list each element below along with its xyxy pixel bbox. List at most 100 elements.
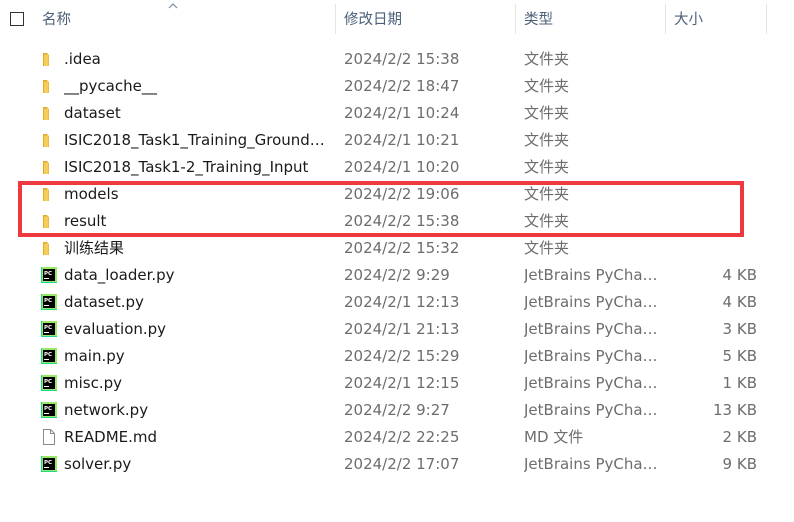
file-date: 2024/2/1 21:13 (344, 320, 460, 338)
column-divider[interactable] (665, 4, 666, 34)
svg-text:PC: PC (44, 271, 52, 277)
file-type: 文件夹 (524, 104, 570, 122)
file-name: misc.py (64, 374, 123, 392)
file-name: 训练结果 (64, 239, 125, 257)
file-row[interactable]: PC main.py 2024/2/2 15:29 JetBrains PyChar… (0, 343, 794, 370)
file-type: JetBrains PyChar... (524, 293, 658, 311)
file-date: 2024/2/2 9:29 (344, 266, 450, 284)
file-type: JetBrains PyChar... (524, 320, 658, 338)
file-name: dataset.py (64, 293, 144, 311)
file-date: 2024/2/2 15:32 (344, 239, 460, 257)
folder-icon (40, 77, 58, 95)
file-type: JetBrains PyChar... (524, 455, 658, 473)
folder-icon (40, 50, 58, 68)
file-type: 文件夹 (524, 50, 570, 68)
file-row[interactable]: README.md 2024/2/2 22:25 MD 文件 2 KB (0, 424, 794, 451)
file-date: 2024/2/2 15:29 (344, 347, 460, 365)
column-divider[interactable] (335, 4, 336, 34)
pycharm-file-icon: PC (40, 347, 58, 365)
column-header-name-label: 名称 (42, 12, 71, 28)
file-size: 5 KB (722, 347, 757, 365)
pycharm-file-icon: PC (40, 401, 58, 419)
file-date: 2024/2/1 10:20 (344, 158, 460, 176)
file-date: 2024/2/2 22:25 (344, 428, 460, 446)
file-name: network.py (64, 401, 149, 419)
file-row[interactable]: ISIC2018_Task1_Training_GroundT... 2024/2… (0, 127, 794, 154)
file-type: MD 文件 (524, 428, 584, 446)
folder-icon (40, 131, 58, 149)
document-file-icon (40, 428, 58, 446)
folder-icon (40, 158, 58, 176)
file-type: 文件夹 (524, 158, 570, 176)
file-name: evaluation.py (64, 320, 167, 338)
file-row[interactable]: PC evaluation.py 2024/2/1 21:13 JetBrains … (0, 316, 794, 343)
file-row[interactable]: .idea 2024/2/2 15:38 文件夹 (0, 46, 794, 73)
folder-icon (40, 104, 58, 122)
folder-icon (40, 239, 58, 257)
column-header-name[interactable]: 名称 (42, 0, 71, 38)
file-type: 文件夹 (524, 77, 570, 95)
file-name: dataset (64, 104, 121, 122)
file-date: 2024/2/1 12:13 (344, 293, 460, 311)
file-name: __pycache__ (64, 77, 157, 95)
column-header-date-label: 修改日期 (344, 12, 402, 28)
file-size: 13 KB (713, 401, 757, 419)
file-type: JetBrains PyChar... (524, 266, 658, 284)
file-row[interactable]: ISIC2018_Task1-2_Training_Input 2024/2/1 … (0, 154, 794, 181)
sort-ascending-icon (168, 3, 178, 9)
pycharm-file-icon: PC (40, 293, 58, 311)
file-date: 2024/2/1 10:24 (344, 104, 460, 122)
column-header-type[interactable]: 类型 (524, 0, 553, 38)
file-name: main.py (64, 347, 125, 365)
file-type: JetBrains PyChar... (524, 401, 658, 419)
pycharm-file-icon: PC (40, 266, 58, 284)
file-size: 1 KB (722, 374, 757, 392)
pycharm-file-icon: PC (40, 455, 58, 473)
file-date: 2024/2/2 9:27 (344, 401, 450, 419)
column-header-size[interactable]: 大小 (674, 0, 703, 38)
file-date: 2024/2/1 12:15 (344, 374, 460, 392)
file-type: JetBrains PyChar... (524, 374, 658, 392)
file-row[interactable]: __pycache__ 2024/2/2 18:47 文件夹 (0, 73, 794, 100)
column-header-date[interactable]: 修改日期 (344, 0, 402, 38)
svg-text:PC: PC (44, 298, 52, 304)
svg-text:PC: PC (44, 406, 52, 412)
file-name: data_loader.py (64, 266, 175, 284)
file-name: .idea (64, 50, 101, 68)
file-size: 4 KB (722, 293, 757, 311)
file-row[interactable]: PC dataset.py 2024/2/1 12:13 JetBrains PyC… (0, 289, 794, 316)
pycharm-file-icon: PC (40, 320, 58, 338)
column-divider[interactable] (766, 4, 767, 34)
file-type: JetBrains PyChar... (524, 347, 658, 365)
file-date: 2024/2/2 17:07 (344, 455, 460, 473)
file-name: ISIC2018_Task1_Training_GroundT... (64, 131, 330, 149)
svg-text:PC: PC (44, 352, 52, 358)
file-type: 文件夹 (524, 131, 570, 149)
file-size: 2 KB (722, 428, 757, 446)
file-name: README.md (64, 428, 158, 446)
file-row[interactable]: PC network.py 2024/2/2 9:27 JetBrains PyCh… (0, 397, 794, 424)
file-row[interactable]: 训练结果 2024/2/2 15:32 文件夹 (0, 235, 794, 262)
file-size: 3 KB (722, 320, 757, 338)
highlight-annotation-box (18, 181, 744, 237)
select-all-checkbox[interactable] (10, 12, 24, 26)
svg-text:PC: PC (44, 325, 52, 331)
column-header-size-label: 大小 (674, 12, 703, 28)
file-date: 2024/2/2 15:38 (344, 50, 460, 68)
column-header-type-label: 类型 (524, 12, 553, 28)
file-row[interactable]: PC misc.py 2024/2/1 12:15 JetBrains PyChar… (0, 370, 794, 397)
file-name: solver.py (64, 455, 132, 473)
file-row[interactable]: PC data_loader.py 2024/2/2 9:29 JetBrains … (0, 262, 794, 289)
column-divider[interactable] (515, 4, 516, 34)
file-size: 9 KB (722, 455, 757, 473)
svg-text:PC: PC (44, 379, 52, 385)
file-type: 文件夹 (524, 239, 570, 257)
file-row[interactable]: dataset 2024/2/1 10:24 文件夹 (0, 100, 794, 127)
svg-text:PC: PC (44, 460, 52, 466)
file-row[interactable]: PC solver.py 2024/2/2 17:07 JetBrains PyCh… (0, 451, 794, 478)
file-date: 2024/2/1 10:21 (344, 131, 460, 149)
pycharm-file-icon: PC (40, 374, 58, 392)
column-header-row: 名称 修改日期 类型 大小 (0, 0, 794, 38)
file-size: 4 KB (722, 266, 757, 284)
file-name: ISIC2018_Task1-2_Training_Input (64, 158, 309, 176)
